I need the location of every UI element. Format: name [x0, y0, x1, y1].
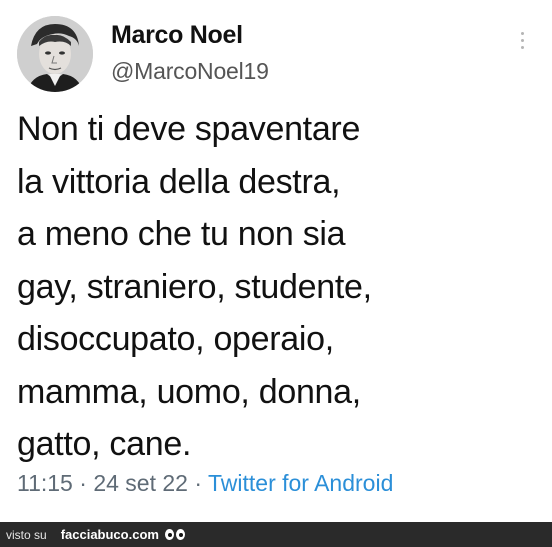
tweet-line: a meno che tu non sia [17, 215, 346, 253]
tweet-line: disoccupato, operaio, [17, 320, 334, 358]
watermark-prefix: visto su [6, 527, 47, 542]
author-handle[interactable]: @MarcoNoel19 [111, 58, 269, 85]
watermark-brand[interactable]: facciabuco.com [61, 527, 159, 542]
tweet-line: mamma, uomo, donna, [17, 372, 361, 411]
watermark-bar: visto su facciabuco.com [0, 522, 552, 547]
tweet-line: gay, straniero, studente, [17, 267, 372, 306]
meta-separator: · [194, 470, 203, 496]
meta-separator: · [79, 470, 87, 496]
tweet-text: Non ti deve spaventare la vittoria della… [17, 103, 537, 471]
tweet-source-link[interactable]: Twitter for Android [208, 470, 393, 496]
more-options-button[interactable] [512, 26, 532, 54]
tweet-line: gatto, cane. [17, 425, 192, 463]
tweet-meta: 11:15 · 24 set 22 · Twitter for Android [17, 470, 393, 497]
author-name[interactable]: Marco Noel [111, 21, 243, 50]
user-avatar-icon [17, 16, 93, 92]
tweet-line: la vittoria della destra, [17, 162, 341, 201]
avatar[interactable] [17, 16, 93, 92]
more-vertical-icon [520, 31, 524, 35]
tweet-line: Non ti deve spaventare [17, 110, 361, 148]
tweet-date[interactable]: 24 set 22 [93, 470, 188, 496]
tweet-time[interactable]: 11:15 [17, 470, 73, 496]
eyes-icon [164, 529, 185, 540]
tweet-card: Marco Noel @MarcoNoel19 Non ti deve spav… [0, 0, 552, 522]
